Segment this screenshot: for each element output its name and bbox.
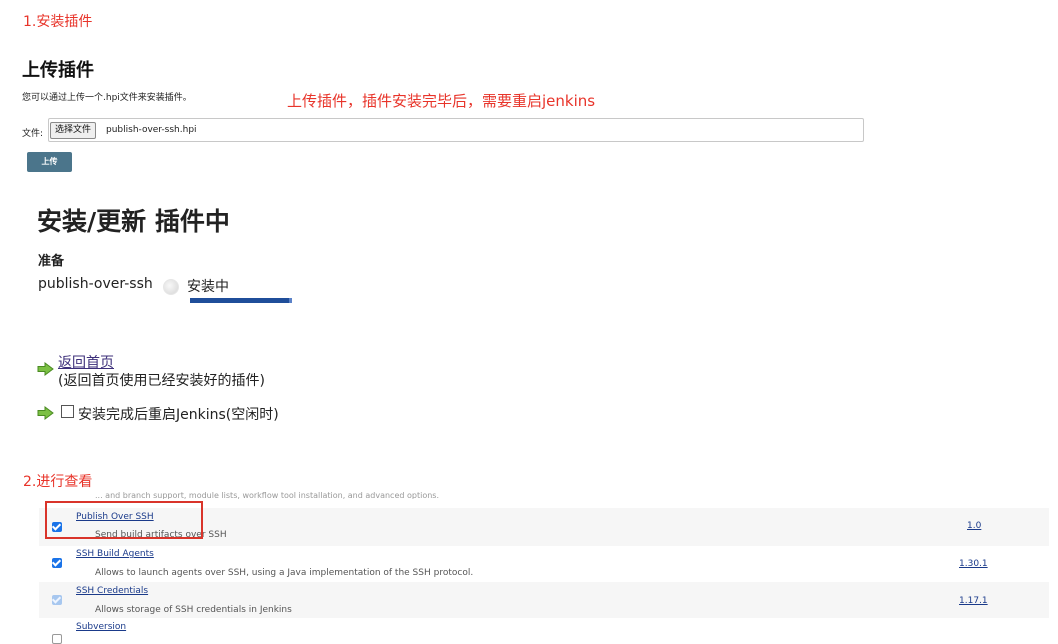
plugin-version-link[interactable]: 1.17.1 (959, 596, 988, 606)
red-highlight-box (45, 501, 203, 539)
install-page-title: 安装/更新 插件中 (37, 207, 230, 236)
prepare-label: 准备 (38, 254, 65, 269)
install-status: 安装中 (187, 279, 229, 295)
back-home-link[interactable]: 返回首页 (58, 352, 114, 372)
installing-plugin-name: publish-over-ssh (38, 276, 153, 292)
upload-plugin-title: 上传插件 (22, 60, 94, 81)
annotation-text: 上传插件，插件安装完毕后，需要重启jenkins (287, 92, 596, 110)
plugin-description: Allows storage of SSH credentials in Jen… (95, 605, 292, 615)
choose-file-button[interactable]: 选择文件 (50, 122, 97, 139)
table-row (39, 618, 1049, 644)
file-label: 文件: (22, 129, 44, 139)
selected-file-name: publish-over-ssh.hpi (106, 125, 197, 135)
plugin-name-link[interactable]: Subversion (76, 622, 126, 632)
step1-heading: 1.安装插件 (23, 14, 93, 30)
upload-button[interactable]: 上传 (27, 152, 72, 172)
loading-spinner-icon (163, 279, 179, 295)
green-arrow-icon (37, 362, 54, 376)
plugin-description: Allows to launch agents over SSH, using … (95, 568, 474, 578)
step2-heading: 2.进行查看 (23, 474, 93, 490)
upload-description: 您可以通过上传一个.hpi文件来安装插件。 (22, 93, 192, 103)
cut-off-description: ... and branch support, module lists, wo… (95, 492, 440, 499)
green-arrow-icon (37, 406, 54, 420)
plugin-version-link[interactable]: 1.0 (967, 521, 981, 531)
plugin-checkbox[interactable] (52, 634, 62, 644)
restart-checkbox[interactable] (61, 405, 74, 418)
plugin-checkbox (52, 595, 62, 605)
progress-bar-end (289, 298, 292, 303)
install-progress-bar (190, 298, 291, 303)
plugin-name-link[interactable]: SSH Credentials (76, 586, 148, 596)
plugin-name-link[interactable]: SSH Build Agents (76, 549, 154, 559)
plugin-checkbox[interactable] (52, 558, 62, 568)
restart-label: 安装完成后重启Jenkins(空闲时) (78, 407, 279, 423)
plugin-version-link[interactable]: 1.30.1 (959, 559, 988, 569)
back-home-description: (返回首页使用已经安装好的插件) (58, 373, 265, 389)
